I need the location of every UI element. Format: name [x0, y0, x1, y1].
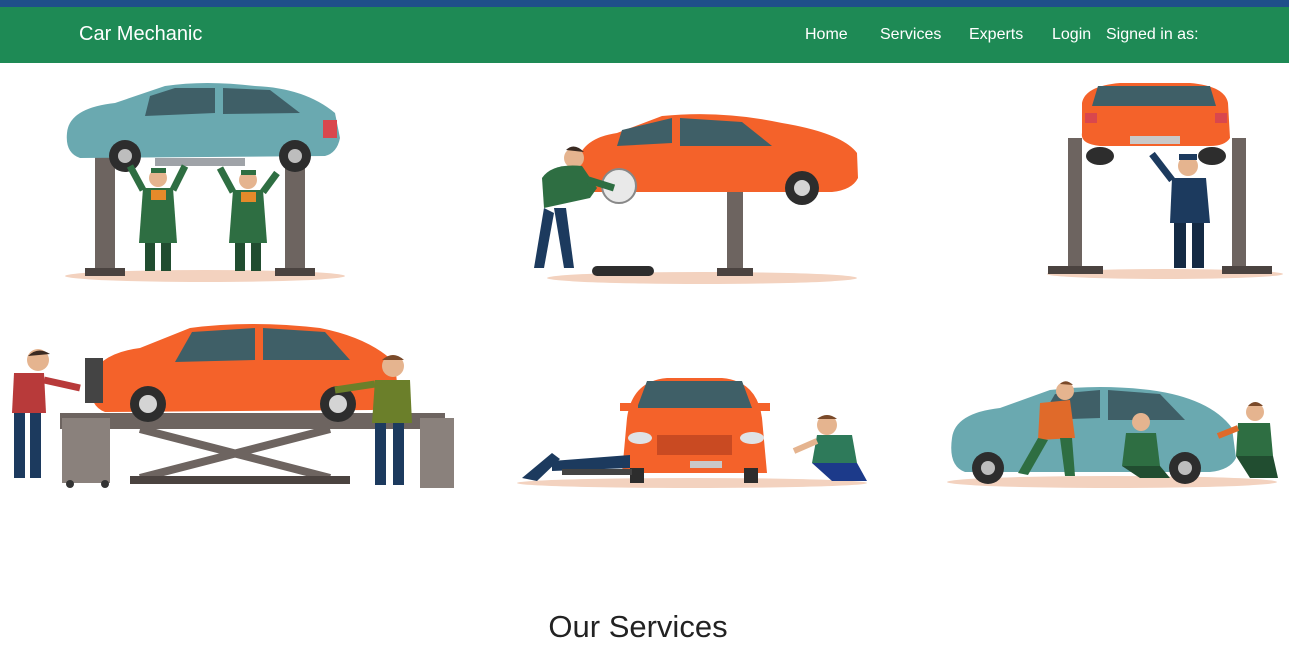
nav-link-services[interactable]: Services: [880, 26, 941, 44]
scissor-lift-illustration: [12, 324, 454, 488]
our-services-heading: Our Services: [548, 609, 728, 644]
signed-in-label: Signed in as:: [1106, 26, 1199, 43]
brand-logo-text[interactable]: Car Mechanic: [79, 23, 202, 46]
nav-link-experts[interactable]: Experts: [969, 26, 1023, 44]
navbar: Car Mechanic Home Services Experts Login…: [0, 7, 1289, 63]
car-on-lift-illustration: [65, 83, 345, 282]
under-car-illustration: [1047, 83, 1283, 279]
nav-link-login[interactable]: Login: [1052, 26, 1091, 44]
hero-illustrations: [0, 63, 1289, 533]
nav-link-home[interactable]: Home: [805, 26, 848, 44]
top-accent-strip: [0, 0, 1289, 7]
front-car-illustration: [517, 378, 867, 488]
wheel-change-illustration: [534, 114, 858, 284]
three-mechanics-illustration: [947, 381, 1278, 488]
